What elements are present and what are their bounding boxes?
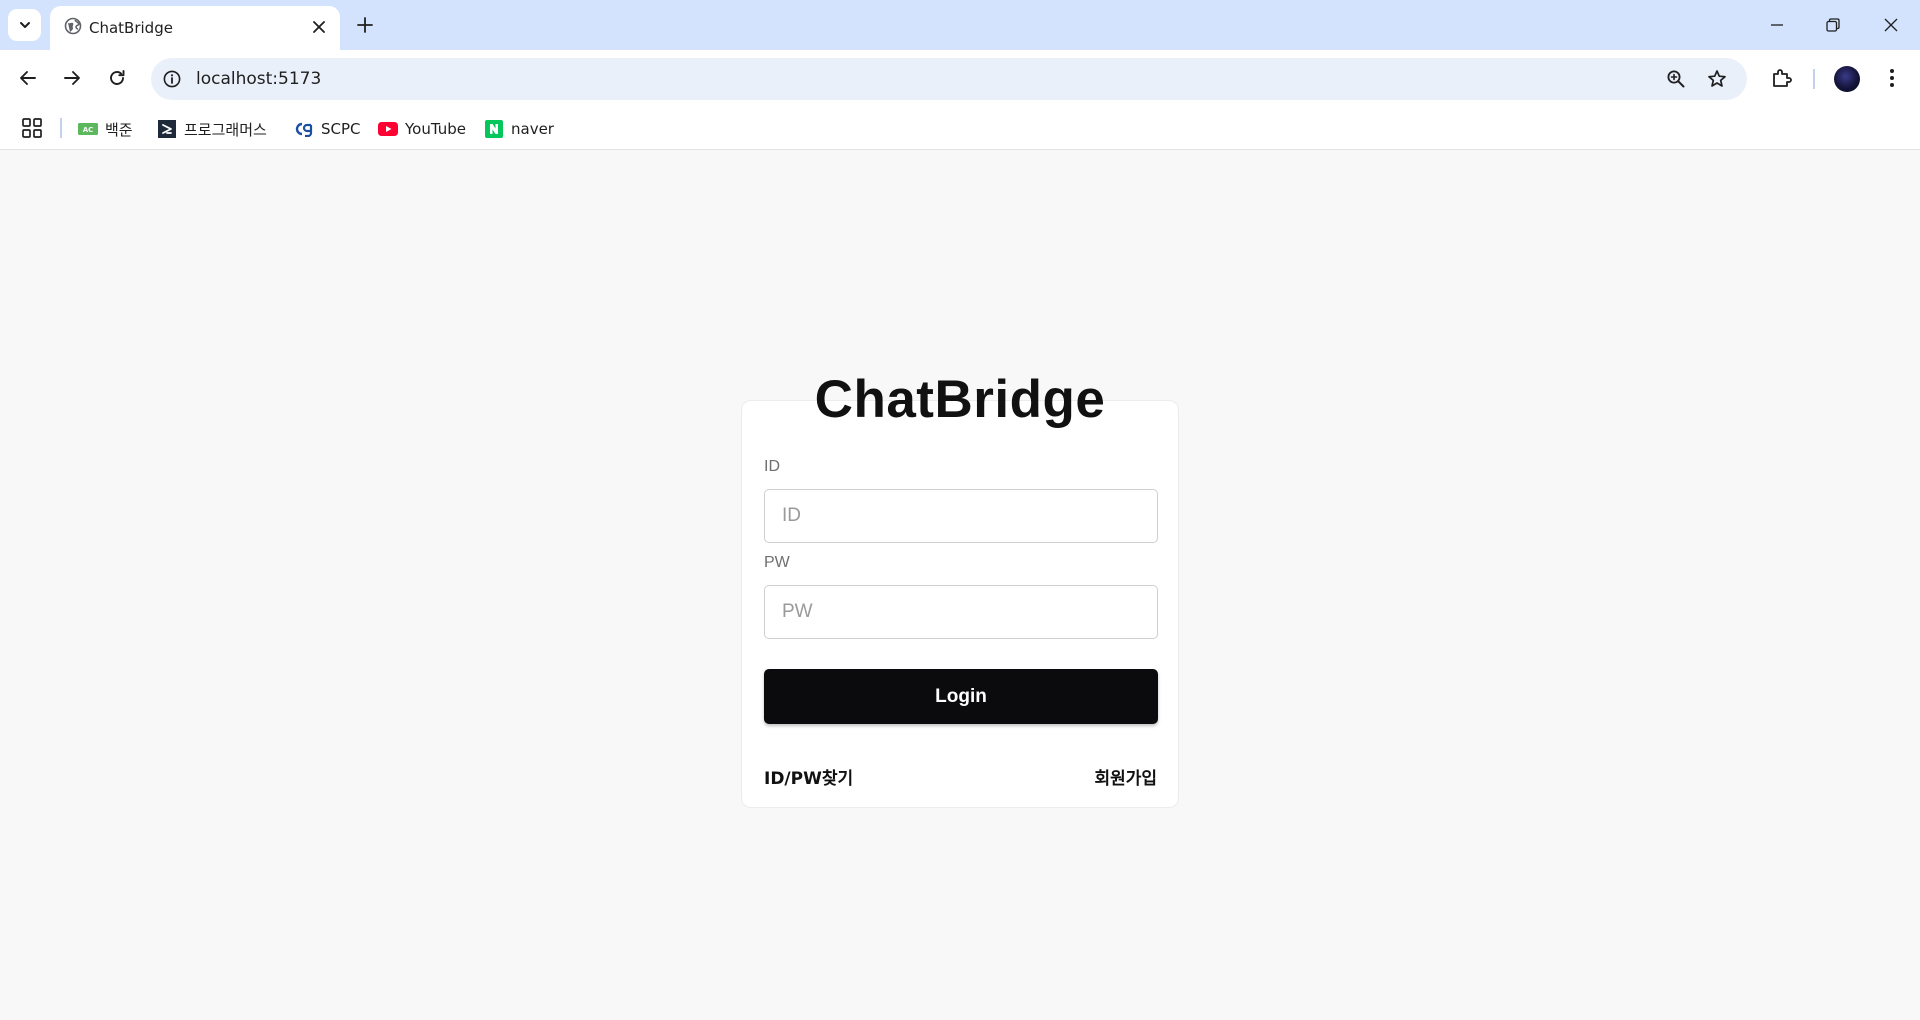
login-button[interactable]: Login — [764, 669, 1158, 724]
extensions-icon[interactable] — [1767, 63, 1797, 93]
reload-icon[interactable] — [102, 63, 132, 93]
scpc-icon — [294, 120, 314, 138]
signup-link[interactable]: 회원가입 — [1094, 764, 1157, 789]
find-id-pw-link[interactable]: ID/PW찾기 — [764, 764, 853, 789]
site-info-icon[interactable] — [162, 69, 182, 89]
bookmark-scpc[interactable]: SCPC — [294, 116, 361, 142]
tab-title: ChatBridge — [89, 19, 173, 37]
bookmark-star-icon[interactable] — [1706, 68, 1728, 90]
naver-icon — [484, 120, 504, 138]
browser-toolbar: localhost:5173 — [0, 50, 1920, 108]
programmers-icon — [157, 120, 177, 138]
more-menu-icon[interactable] — [1877, 63, 1907, 93]
toolbar-divider — [1813, 69, 1815, 89]
url-text[interactable]: localhost:5173 — [196, 69, 321, 89]
acmicpc-icon: AC — [78, 120, 98, 138]
browser-tab-strip: ChatBridge — [0, 0, 1920, 50]
login-card: ID PW Login ID/PW찾기 회원가입 — [741, 400, 1179, 808]
svg-text:AC: AC — [83, 126, 94, 134]
minimize-icon[interactable] — [1762, 10, 1792, 40]
restore-window-icon[interactable] — [1818, 10, 1848, 40]
bookmark-label: naver — [511, 120, 554, 138]
bookmarks-bar: AC 백준 프로그래머스 SCPC YouTube naver — [0, 108, 1920, 150]
id-label: ID — [764, 458, 780, 475]
address-bar[interactable]: localhost:5173 — [151, 58, 1747, 100]
apps-grid-icon[interactable] — [21, 117, 43, 139]
brand-title: ChatBridge — [814, 370, 1106, 429]
back-arrow-icon[interactable] — [13, 63, 43, 93]
close-tab-icon[interactable] — [310, 18, 328, 36]
tab-search-button[interactable] — [8, 9, 41, 41]
page-viewport: ID PW Login ID/PW찾기 회원가입 ChatBridge — [0, 151, 1920, 1020]
profile-avatar[interactable] — [1834, 66, 1860, 92]
bookmark-label: SCPC — [321, 120, 361, 138]
forward-arrow-icon[interactable] — [57, 63, 87, 93]
globe-icon — [64, 17, 82, 35]
bookmark-programmers[interactable]: 프로그래머스 — [157, 116, 267, 142]
id-input[interactable] — [764, 489, 1158, 543]
bookmark-youtube[interactable]: YouTube — [378, 116, 466, 142]
close-window-icon[interactable] — [1876, 10, 1906, 40]
pw-input[interactable] — [764, 585, 1158, 639]
browser-tab[interactable]: ChatBridge — [50, 6, 340, 50]
pw-label: PW — [764, 554, 790, 571]
bookmark-label: YouTube — [405, 120, 466, 138]
new-tab-plus-icon[interactable] — [353, 13, 377, 37]
bookmark-baekjoon[interactable]: AC 백준 — [78, 116, 133, 142]
youtube-icon — [378, 120, 398, 138]
bookmark-naver[interactable]: naver — [484, 116, 554, 142]
bookmark-label: 프로그래머스 — [184, 120, 267, 139]
zoom-icon[interactable] — [1665, 68, 1687, 90]
chevron-down-icon — [19, 22, 30, 28]
bookmark-label: 백준 — [105, 120, 133, 139]
bookmarks-divider — [60, 118, 62, 138]
